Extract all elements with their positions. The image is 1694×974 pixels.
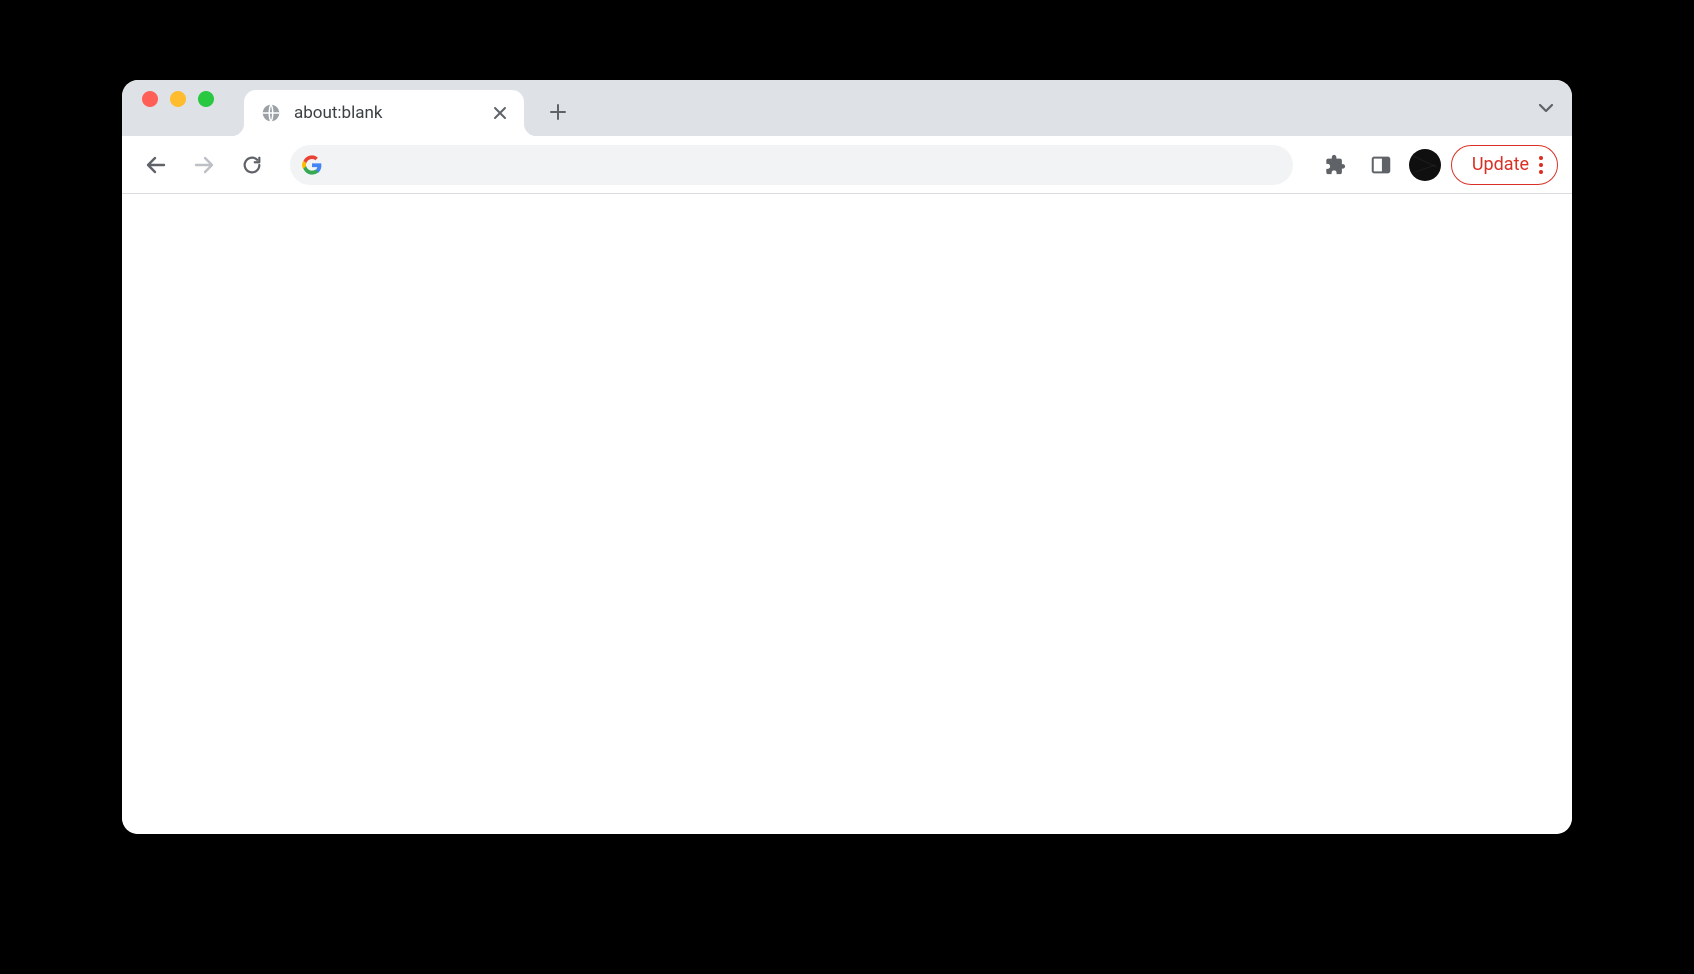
profile-avatar-button[interactable] xyxy=(1409,149,1441,181)
tab-close-button[interactable] xyxy=(490,103,510,123)
side-panel-button[interactable] xyxy=(1363,147,1399,183)
side-panel-icon xyxy=(1370,154,1392,176)
arrow-right-icon xyxy=(192,153,216,177)
tab-title: about:blank xyxy=(294,103,478,123)
update-label: Update xyxy=(1472,154,1529,175)
plus-icon xyxy=(548,102,568,122)
google-g-icon xyxy=(302,155,322,175)
tab-search-button[interactable] xyxy=(1536,80,1556,136)
tab-strip: about:blank xyxy=(122,80,1572,136)
window-controls xyxy=(140,80,244,136)
toolbar-actions: Update xyxy=(1311,145,1558,185)
address-bar[interactable] xyxy=(290,145,1293,185)
more-vert-icon xyxy=(1539,156,1543,174)
browser-window: about:blank xyxy=(122,80,1572,834)
globe-icon xyxy=(260,102,282,124)
forward-button[interactable] xyxy=(184,145,224,185)
toolbar: Update xyxy=(122,136,1572,194)
chevron-down-icon xyxy=(1536,98,1556,118)
window-close-button[interactable] xyxy=(142,91,158,107)
arrow-left-icon xyxy=(144,153,168,177)
back-button[interactable] xyxy=(136,145,176,185)
address-input[interactable] xyxy=(322,156,1283,174)
new-tab-button[interactable] xyxy=(538,92,578,132)
reload-button[interactable] xyxy=(232,145,272,185)
extensions-button[interactable] xyxy=(1317,147,1353,183)
tab-active[interactable]: about:blank xyxy=(244,90,524,136)
window-zoom-button[interactable] xyxy=(198,91,214,107)
reload-icon xyxy=(241,154,263,176)
puzzle-icon xyxy=(1324,154,1346,176)
update-button[interactable]: Update xyxy=(1451,145,1558,185)
page-content-blank xyxy=(122,194,1572,834)
window-minimize-button[interactable] xyxy=(170,91,186,107)
close-icon xyxy=(493,106,507,120)
